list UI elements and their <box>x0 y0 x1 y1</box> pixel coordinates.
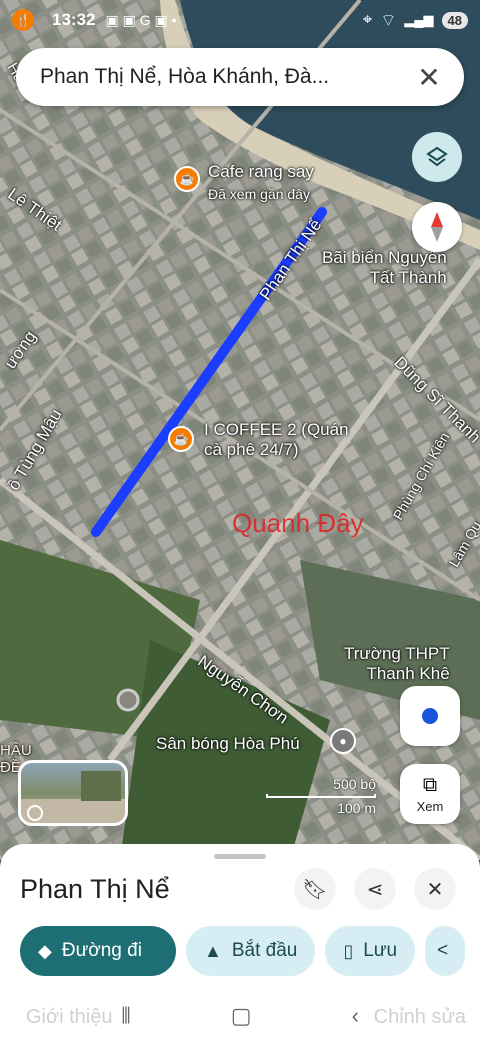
layers-button[interactable] <box>412 132 462 182</box>
stadium-icon[interactable]: ● <box>330 728 356 754</box>
bookmark-icon: ▯ <box>343 940 354 961</box>
restaurant-notification-icon: 🍴 <box>12 9 34 31</box>
scale-bar <box>266 794 376 798</box>
share-chip-button[interactable]: < <box>425 926 466 976</box>
status-bar: 🍴 13:32 ▣ ▣ G ▣ • ⌖ ⌔ ▂▄▆ 48 <box>0 0 480 40</box>
place-beach[interactable]: Bãi biển Nguyễn Tất Thành <box>322 248 447 288</box>
scale-feet: 500 bộ <box>333 776 376 792</box>
recent-apps-icon[interactable]: ⦀ <box>121 1003 131 1029</box>
share-icon: ⋖ <box>366 878 384 901</box>
save-button[interactable]: ▯ Lưu <box>325 926 416 976</box>
compass-button[interactable] <box>412 202 462 252</box>
action-chips: ◆ Đường đi ▲ Bắt đầu ▯ Lưu < <box>20 926 466 976</box>
search-query[interactable]: Phan Thị Nể, Hòa Khánh, Đà... <box>40 65 414 89</box>
system-nav-bar: ⦀ ▢ ‹ <box>0 992 480 1040</box>
place-title: Phan Thị Nể <box>20 874 170 904</box>
place-cafe-rang-say-sub: Đã xem gần đây <box>208 186 310 202</box>
place-stadium[interactable]: Sân bóng Hòa Phú <box>156 734 300 754</box>
lens-view-label: Xem <box>416 799 444 814</box>
lens-view-button[interactable]: ⧉ Xem <box>400 764 460 824</box>
status-time: 13:32 <box>52 10 96 29</box>
directions-button[interactable]: ◆ Đường đi <box>20 926 176 976</box>
scale-meters: 100 m <box>337 800 376 816</box>
compass-icon <box>431 212 443 242</box>
watermark: Quanh Đây <box>232 508 364 538</box>
street-view-icon <box>21 771 125 823</box>
close-icon: ✕ <box>426 878 444 901</box>
close-icon[interactable]: ✕ <box>414 61 444 94</box>
share-icon: < <box>437 940 449 961</box>
wifi-icon: ⌔ <box>380 10 397 30</box>
save-label: Lưu <box>363 940 398 961</box>
search-box[interactable]: Phan Thị Nể, Hòa Khánh, Đà... ✕ <box>16 48 464 106</box>
cafe-icon[interactable]: ☕ <box>174 166 200 192</box>
home-icon[interactable]: ▢ <box>231 1003 252 1029</box>
place-i-coffee[interactable]: I COFFEE 2 (Quán cà phê 24/7) <box>204 420 349 460</box>
place-school[interactable]: Trường THPT Thanh Khê <box>344 644 450 684</box>
share-button[interactable]: ⋖ <box>354 868 396 910</box>
battery-indicator: 48 <box>441 11 468 29</box>
street-view-thumbnail[interactable] <box>18 760 128 826</box>
my-location-icon <box>422 708 438 724</box>
start-label: Bắt đầu <box>231 940 298 961</box>
coffee-icon[interactable]: ☕ <box>168 426 194 452</box>
signal-icon: ▂▄▆ <box>404 12 434 27</box>
layers-icon <box>426 146 448 167</box>
back-icon[interactable]: ‹ <box>352 1003 359 1029</box>
directions-label: Đường đi <box>61 940 142 961</box>
start-button[interactable]: ▲ Bắt đầu <box>186 926 316 976</box>
map-scale: 500 bộ 100 m <box>266 776 376 816</box>
save-bookmark-button[interactable]: 🔖︎ <box>294 868 336 910</box>
sheet-drag-handle[interactable] <box>214 854 266 859</box>
notification-icons: ▣ ▣ G ▣ • <box>105 11 177 28</box>
bookmark-icon: 🔖︎ <box>302 878 328 901</box>
place-cafe-rang-say[interactable]: Cafe rang say <box>208 162 314 182</box>
my-location-button[interactable] <box>400 686 460 746</box>
camera-scan-icon: ⧉ <box>422 774 438 796</box>
directions-icon: ◆ <box>38 940 52 961</box>
location-icon: ⌖ <box>362 10 373 29</box>
close-sheet-button[interactable]: ✕ <box>414 868 456 910</box>
navigation-arrow-icon: ▲ <box>204 940 222 961</box>
